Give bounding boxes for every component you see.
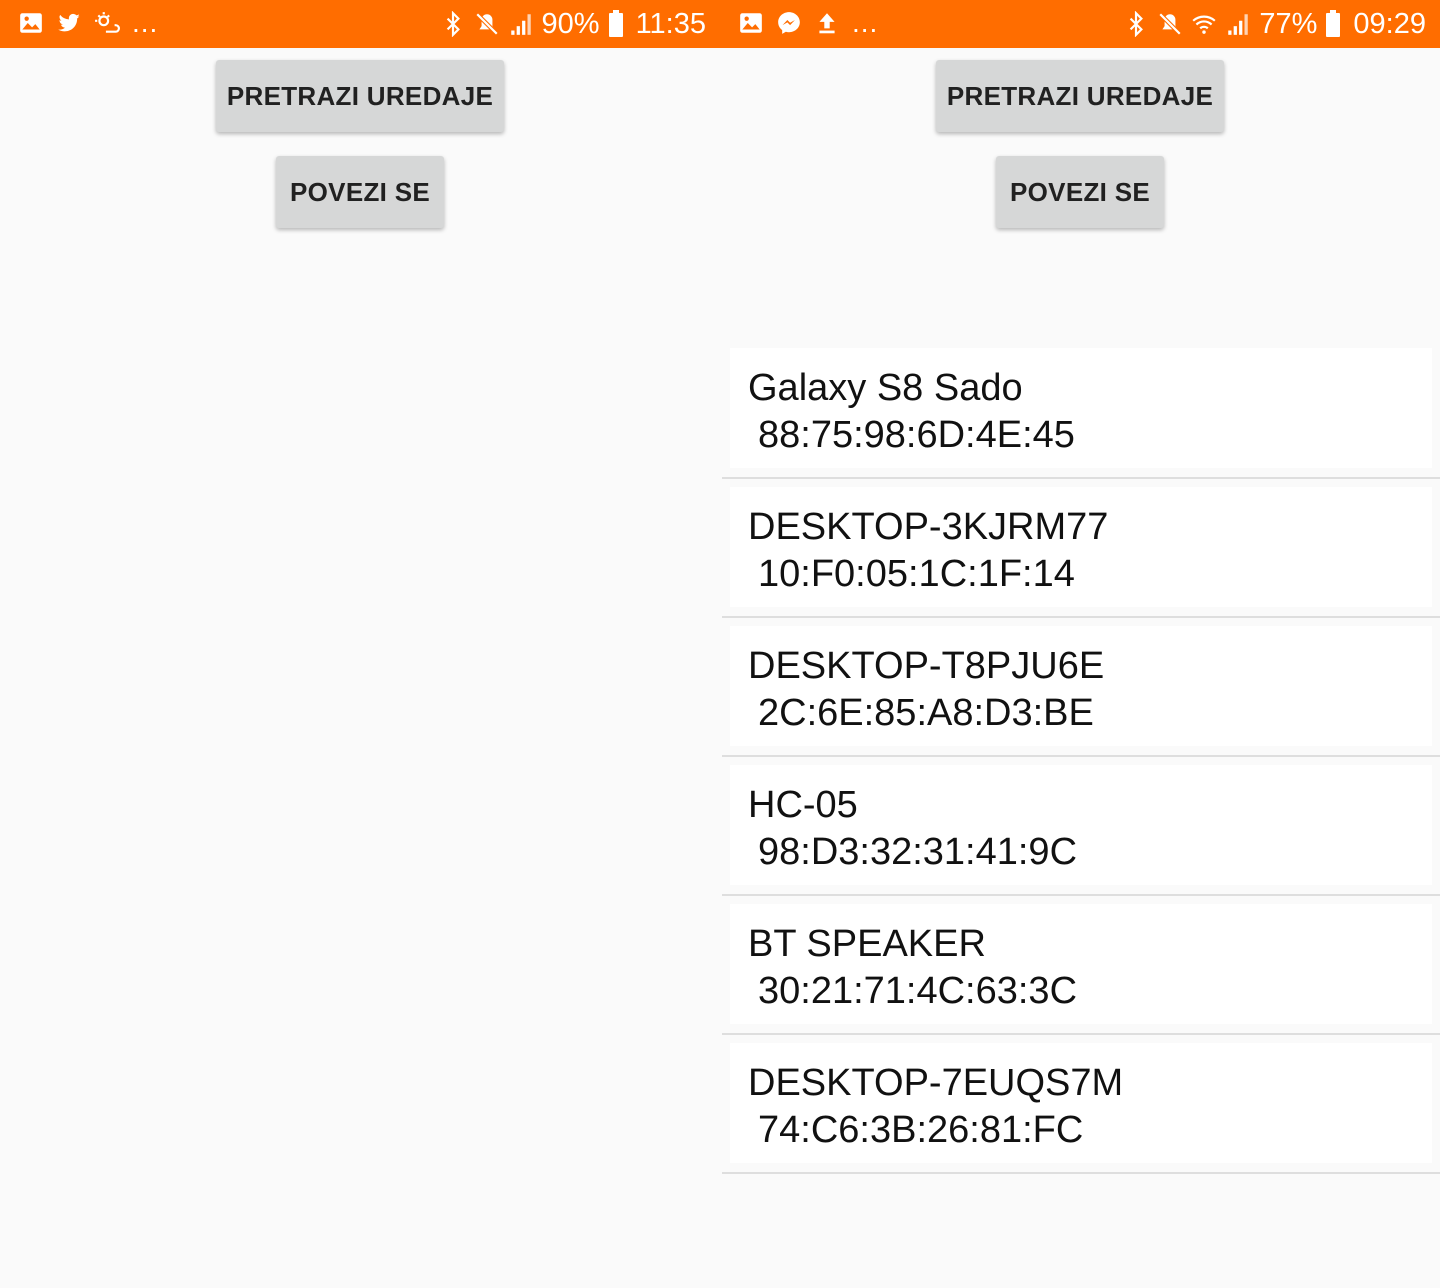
signal-icon <box>510 14 531 35</box>
status-bar: ... 90% 11:35 <box>0 0 720 48</box>
system-status: 90% 11:35 <box>440 6 706 42</box>
bluetooth-icon <box>1130 11 1144 37</box>
gallery-icon <box>740 13 762 33</box>
twitter-icon <box>58 13 80 32</box>
left-phone-screen: ... 90% 11:35 PRETRAZI UREDAJE POVEZI SE <box>0 0 720 1288</box>
device-name: Galaxy S8 Sado <box>748 367 1023 409</box>
device-mac: 74:C6:3B:26:81:FC <box>758 1109 1084 1151</box>
right-phone-screen: ... 77% 09:29 PRETRAZI UREDAJE POVEZI SE… <box>720 0 1440 1288</box>
status-bar: ... 77% 09:29 <box>720 0 1440 48</box>
notification-icons: ... <box>738 7 879 38</box>
signal-icon <box>1228 14 1249 35</box>
device-item[interactable]: DESKTOP-T8PJU6E 2C:6E:85:A8:D3:BE <box>722 618 1440 757</box>
device-name: BT SPEAKER <box>748 923 986 965</box>
device-card: BT SPEAKER 30:21:71:4C:63:3C <box>730 904 1432 1024</box>
system-status: 77% 09:29 <box>1123 6 1426 42</box>
connect-button[interactable]: POVEZI SE <box>276 156 444 228</box>
notification-icons: ... <box>18 7 159 38</box>
divider <box>722 1172 1440 1174</box>
device-item[interactable]: DESKTOP-3KJRM77 10:F0:05:1C:1F:14 <box>722 479 1440 618</box>
device-card: DESKTOP-T8PJU6E 2C:6E:85:A8:D3:BE <box>730 626 1432 746</box>
device-list: Galaxy S8 Sado 88:75:98:6D:4E:45 DESKTOP… <box>722 340 1440 1174</box>
device-name: HC-05 <box>748 784 858 826</box>
battery-icon <box>608 10 623 37</box>
device-card: Galaxy S8 Sado 88:75:98:6D:4E:45 <box>730 348 1432 468</box>
clock: 11:35 <box>635 8 706 40</box>
mute-icon <box>1159 12 1182 36</box>
weather-icon <box>95 12 120 33</box>
mute-icon <box>475 12 498 36</box>
more-notifications-icon: ... <box>132 7 159 38</box>
device-item[interactable]: BT SPEAKER 30:21:71:4C:63:3C <box>722 896 1440 1035</box>
battery-percent: 90% <box>541 8 600 40</box>
scan-devices-button[interactable]: PRETRAZI UREDAJE <box>936 60 1224 132</box>
battery-percent: 77% <box>1259 8 1318 40</box>
device-card: DESKTOP-3KJRM77 10:F0:05:1C:1F:14 <box>730 487 1432 607</box>
device-name: DESKTOP-7EUQS7M <box>748 1062 1124 1104</box>
messenger-icon <box>778 12 800 34</box>
more-notifications-icon: ... <box>852 7 879 38</box>
device-item[interactable]: HC-05 98:D3:32:31:41:9C <box>722 757 1440 896</box>
device-card: HC-05 98:D3:32:31:41:9C <box>730 765 1432 885</box>
device-mac: 30:21:71:4C:63:3C <box>758 970 1078 1012</box>
bluetooth-icon <box>446 11 460 37</box>
gallery-icon <box>20 13 42 33</box>
device-card: DESKTOP-7EUQS7M 74:C6:3B:26:81:FC <box>730 1043 1432 1163</box>
scan-devices-button[interactable]: PRETRAZI UREDAJE <box>216 60 504 132</box>
device-item[interactable]: DESKTOP-7EUQS7M 74:C6:3B:26:81:FC <box>722 1035 1440 1174</box>
clock: 09:29 <box>1353 8 1426 40</box>
device-mac: 10:F0:05:1C:1F:14 <box>758 553 1075 595</box>
device-mac: 98:D3:32:31:41:9C <box>758 831 1078 873</box>
wifi-icon <box>1192 15 1216 34</box>
device-item[interactable]: Galaxy S8 Sado 88:75:98:6D:4E:45 <box>722 340 1440 479</box>
battery-icon <box>1326 10 1341 37</box>
upload-icon <box>819 13 835 34</box>
device-name: DESKTOP-3KJRM77 <box>748 506 1109 548</box>
device-mac: 88:75:98:6D:4E:45 <box>758 414 1075 456</box>
device-mac: 2C:6E:85:A8:D3:BE <box>758 692 1094 734</box>
device-name: DESKTOP-T8PJU6E <box>748 645 1105 687</box>
connect-button[interactable]: POVEZI SE <box>996 156 1164 228</box>
